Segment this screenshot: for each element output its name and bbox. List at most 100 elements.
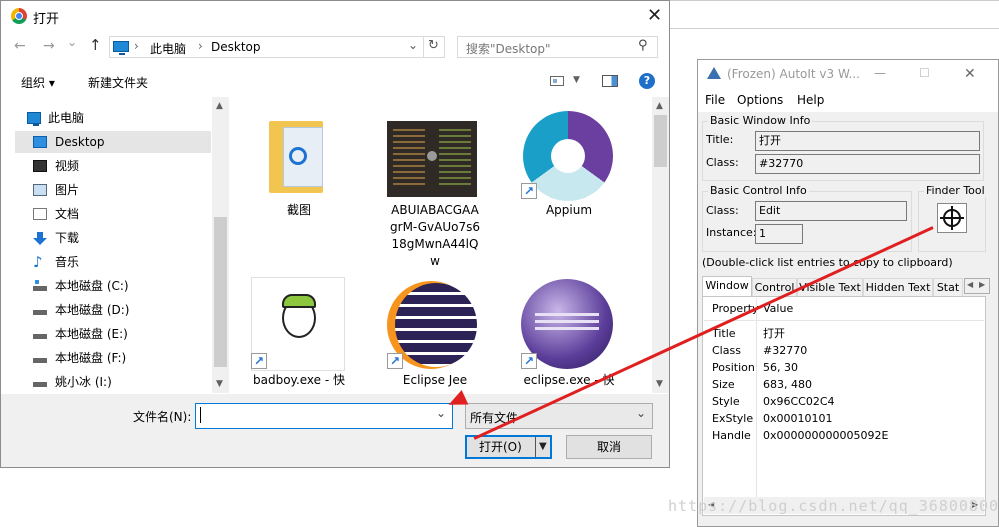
nav-item-documents[interactable]: 文档 (15, 203, 211, 225)
property-value[interactable]: 打开 (763, 325, 785, 342)
properties-list[interactable]: Property Value Title 打开 Class #32770 Positio… (702, 296, 986, 516)
property-name[interactable]: Class (712, 342, 741, 359)
title-field[interactable]: 打开 (755, 131, 980, 151)
close-icon[interactable]: ✕ (647, 7, 662, 25)
nav-item-this-pc[interactable]: 此电脑 (15, 107, 211, 129)
autoit-title: (Frozen) AutoIt v3 W... (727, 67, 860, 81)
open-button[interactable]: 打开(O) ▼ (465, 435, 552, 459)
finder-crosshair-icon[interactable] (937, 203, 967, 233)
nav-item-drive-f[interactable]: 本地磁盘 (F:) (15, 347, 211, 369)
tab-scroll-right-icon[interactable]: ▶ (979, 280, 985, 289)
change-view-icon[interactable] (550, 76, 564, 86)
tab-hidden-text[interactable]: Hidden Text (863, 278, 933, 296)
file-item-eclipse-jee[interactable]: ↗ Eclipse Jee (383, 277, 487, 393)
menu-help[interactable]: Help (797, 93, 824, 107)
recent-locations-icon[interactable]: ⌄ (67, 35, 77, 49)
property-value[interactable]: 0x000000000005092E (763, 427, 888, 444)
system-drive-icon (33, 280, 47, 292)
nav-item-pictures[interactable]: 图片 (15, 179, 211, 201)
filename-dropdown-icon[interactable]: ⌄ (436, 406, 446, 420)
breadcrumb-this-pc[interactable]: 此电脑 (150, 40, 186, 57)
tab-status[interactable]: Stat (933, 278, 963, 296)
file-scroll-thumb[interactable] (654, 115, 667, 167)
scroll-up-icon[interactable]: ▲ (656, 101, 663, 111)
file-item-screenshots[interactable]: 截图 (247, 97, 351, 227)
control-class-field[interactable]: Edit (755, 201, 907, 221)
nav-item-downloads[interactable]: 下载 (15, 227, 211, 249)
property-name[interactable]: ExStyle (712, 410, 753, 427)
property-value[interactable]: #32770 (763, 342, 807, 359)
class-field[interactable]: #32770 (755, 154, 980, 174)
property-name[interactable]: Size (712, 376, 735, 393)
file-name-line: w (430, 254, 440, 268)
file-name-line: 18gMwnA44lQ (391, 237, 479, 251)
tab-scroll-left-icon[interactable]: ◀ (967, 280, 973, 289)
breadcrumb-desktop[interactable]: Desktop (211, 40, 261, 54)
file-list: 截图 ABUIABACGAA grM-GvAUo7s6 18gMwnA44lQ … (231, 97, 653, 393)
shortcut-arrow-icon: ↗ (251, 353, 267, 369)
property-value[interactable]: 683, 480 (763, 376, 812, 393)
nav-scrollbar[interactable]: ▲ ▼ (212, 97, 229, 393)
instance-field[interactable]: 1 (755, 224, 803, 244)
menu-file[interactable]: File (705, 93, 725, 107)
documents-icon (33, 208, 47, 220)
file-item-image[interactable]: ABUIABACGAA grM-GvAUo7s6 18gMwnA44lQ w (383, 97, 487, 277)
nav-item-label: 此电脑 (48, 111, 85, 125)
minimize-icon[interactable]: — (874, 66, 886, 80)
refresh-button[interactable]: ↻ (424, 36, 445, 58)
nav-item-label: 本地磁盘 (F:) (55, 351, 127, 365)
organize-button[interactable]: 组织 ▾ (21, 74, 55, 91)
property-name[interactable]: Position (712, 359, 755, 376)
address-dropdown-icon[interactable]: ⌄ (408, 38, 418, 52)
filetype-dropdown-icon: ⌄ (636, 406, 647, 420)
nav-item-drive-d[interactable]: 本地磁盘 (D:) (15, 299, 211, 321)
back-arrow-icon[interactable]: ← (14, 38, 26, 54)
scroll-down-icon[interactable]: ▼ (656, 379, 663, 389)
property-value[interactable]: 0x00010101 (763, 410, 833, 427)
tab-window[interactable]: Window (702, 276, 752, 296)
forward-arrow-icon[interactable]: → (43, 38, 55, 54)
file-item-appium[interactable]: ↗ Appium (517, 97, 621, 227)
file-name-line: ABUIABACGAA (391, 203, 479, 217)
nav-item-drive-e[interactable]: 本地磁盘 (E:) (15, 323, 211, 345)
scroll-down-icon[interactable]: ▼ (216, 379, 223, 389)
open-split-dropdown-icon[interactable]: ▼ (539, 437, 547, 457)
property-value[interactable]: 56, 30 (763, 359, 798, 376)
scroll-up-icon[interactable]: ▲ (216, 101, 223, 111)
preview-pane-icon[interactable] (602, 75, 618, 87)
property-name[interactable]: Handle (712, 427, 751, 444)
filetype-value: 所有文件 (470, 411, 519, 425)
nav-item-label: 姚小冰 (I:) (55, 375, 112, 389)
maximize-icon[interactable]: ☐ (919, 66, 930, 80)
property-name[interactable]: Style (712, 393, 740, 410)
autoit-logo-icon (707, 67, 721, 79)
nav-item-drive-c[interactable]: 本地磁盘 (C:) (15, 275, 211, 297)
close-icon[interactable]: ✕ (964, 66, 976, 82)
menu-options[interactable]: Options (737, 93, 783, 107)
help-icon[interactable]: ? (639, 73, 655, 89)
new-folder-button[interactable]: 新建文件夹 (88, 74, 148, 91)
view-dropdown-icon[interactable]: ▼ (573, 75, 580, 85)
cancel-button[interactable]: 取消 (566, 435, 652, 459)
nav-item-label: 本地磁盘 (D:) (55, 303, 130, 317)
address-bar[interactable]: › 此电脑 › Desktop ⌄ (109, 36, 424, 58)
nav-item-label: 下载 (55, 231, 80, 245)
nav-item-music[interactable]: ♪ 音乐 (15, 251, 211, 273)
file-item-badboy[interactable]: ↗ badboy.exe - 快 (247, 277, 351, 393)
dialog-title-bar[interactable]: 打开 ✕ (1, 1, 669, 31)
nav-item-drive-i[interactable]: 姚小冰 (I:) (15, 371, 211, 393)
autoit-title-bar[interactable]: (Frozen) AutoIt v3 W... — ☐ ✕ (698, 60, 998, 90)
nav-item-desktop[interactable]: Desktop (15, 131, 211, 153)
filename-input[interactable]: ⌄ (195, 403, 453, 429)
tab-scroll-buttons[interactable]: ◀ ▶ (964, 278, 990, 294)
property-value[interactable]: 0x96CC02C4 (763, 393, 835, 410)
up-arrow-icon[interactable]: ↑ (89, 36, 102, 54)
image-thumbnail (387, 121, 477, 197)
download-icon (33, 232, 47, 245)
search-input[interactable]: 搜索"Desktop" ⚲ (457, 36, 658, 58)
nav-scroll-thumb[interactable] (214, 217, 227, 367)
title-label: Title: (706, 133, 734, 146)
filetype-select[interactable]: 所有文件 ⌄ (465, 403, 653, 429)
folder-icon (269, 121, 323, 193)
nav-item-videos[interactable]: 视频 (15, 155, 211, 177)
